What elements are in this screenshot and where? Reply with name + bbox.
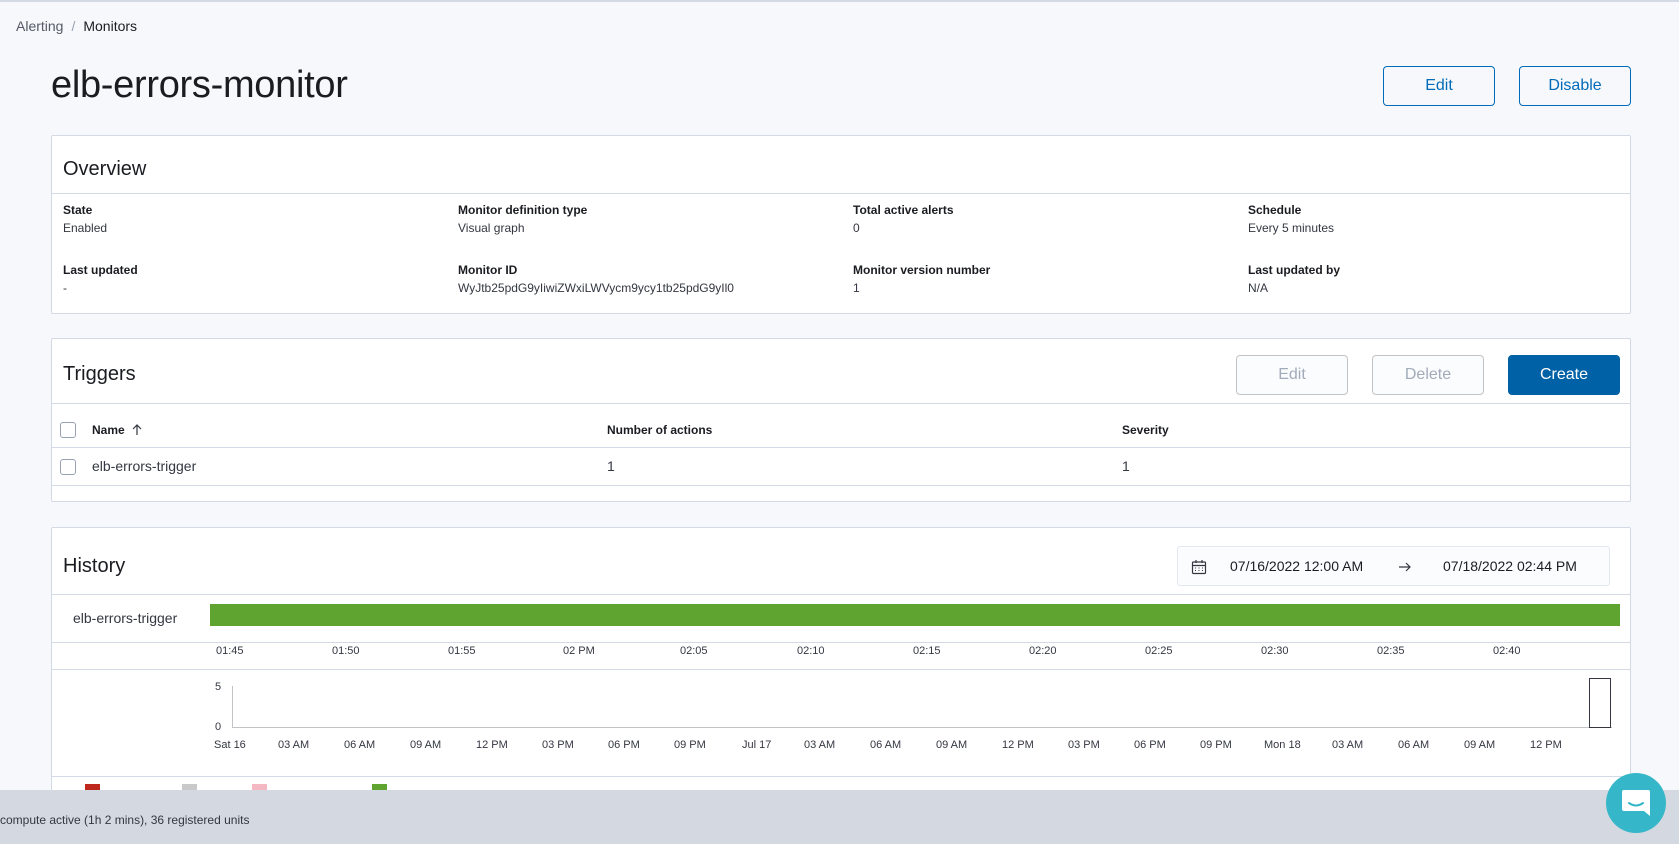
select-all-checkbox[interactable]: [60, 422, 76, 438]
x-tick: 03 PM: [1068, 739, 1100, 751]
compute-status-text: compute active (1h 2 mins), 36 registere…: [0, 813, 250, 827]
timeline-tick: 02:05: [680, 645, 708, 657]
timeline-tick: 01:50: [332, 645, 360, 657]
timeline-tick: 02:35: [1377, 645, 1405, 657]
state-label: State: [63, 203, 93, 217]
last-updated-label: Last updated: [63, 263, 138, 277]
severity-column-header[interactable]: Severity: [1122, 423, 1169, 437]
schedule-label: Schedule: [1248, 203, 1302, 217]
disable-monitor-button[interactable]: Disable: [1519, 66, 1631, 106]
top-border: [0, 0, 1679, 2]
chat-widget-button[interactable]: [1606, 773, 1666, 833]
create-trigger-button[interactable]: Create: [1508, 355, 1620, 395]
chart-divider: [52, 776, 1630, 777]
edit-monitor-button[interactable]: Edit: [1383, 66, 1495, 106]
history-divider: [52, 594, 1630, 595]
page-title: elb-errors-monitor: [51, 64, 348, 106]
bottom-status-bar: [0, 790, 1679, 844]
triggers-divider: [52, 403, 1630, 404]
timeline-tick: 01:45: [216, 645, 244, 657]
brush-selection-box[interactable]: [1589, 678, 1611, 728]
timeline-trigger-label: elb-errors-trigger: [73, 610, 178, 626]
monitor-id-label: Monitor ID: [458, 263, 518, 277]
x-tick: 09 AM: [1464, 739, 1496, 751]
x-tick: 12 PM: [1530, 739, 1562, 751]
last-updated-value: -: [63, 281, 67, 295]
breadcrumb-monitors[interactable]: Monitors: [83, 18, 137, 34]
row-checkbox[interactable]: [60, 459, 76, 475]
timeline-tick: 02:40: [1493, 645, 1521, 657]
arrow-right-icon: [1399, 562, 1411, 572]
last-updated-by-label: Last updated by: [1248, 263, 1341, 277]
start-date-button[interactable]: 07/16/2022 12:00 AM: [1230, 558, 1363, 574]
breadcrumb: Alerting / Monitors: [16, 18, 137, 34]
trigger-actions-cell: 1: [607, 458, 615, 474]
version-number-label: Monitor version number: [853, 263, 991, 277]
x-tick: 12 PM: [1002, 739, 1034, 751]
x-tick: Jul 17: [742, 739, 772, 751]
calendar-icon[interactable]: [1191, 559, 1207, 575]
x-tick: 03 AM: [804, 739, 836, 751]
triggers-title: Triggers: [63, 363, 136, 385]
date-range-picker: 07/16/2022 12:00 AM 07/18/2022 02:44 PM: [1177, 546, 1610, 586]
y-tick-5: 5: [215, 681, 222, 693]
triggers-panel: Triggers Edit Delete Create Name Number …: [51, 338, 1631, 502]
active-alerts-label: Total active alerts: [853, 203, 954, 217]
y-axis-line: [232, 686, 233, 728]
ticks-divider: [52, 669, 1630, 670]
timeline-divider: [52, 642, 1630, 643]
sort-ascending-icon: [132, 424, 142, 435]
timeline-tick: 02:10: [797, 645, 825, 657]
schedule-value: Every 5 minutes: [1248, 221, 1335, 235]
timeline-tick: 02 PM: [563, 645, 595, 657]
x-tick: 06 PM: [608, 739, 640, 751]
overview-divider: [52, 193, 1630, 194]
x-tick: 12 PM: [476, 739, 508, 751]
timeline-tick: 02:25: [1145, 645, 1173, 657]
trigger-timeline-bar[interactable]: [210, 604, 1620, 626]
breadcrumb-separator: /: [71, 18, 76, 34]
history-title: History: [63, 555, 126, 577]
x-tick: 06 AM: [344, 739, 376, 751]
x-tick: 09 AM: [936, 739, 968, 751]
x-tick: 03 PM: [542, 739, 574, 751]
end-date-button[interactable]: 07/18/2022 02:44 PM: [1443, 558, 1577, 574]
x-tick: Mon 18: [1264, 739, 1301, 751]
table-header-divider: [52, 447, 1630, 448]
overview-panel: Overview State Enabled Monitor definitio…: [51, 135, 1631, 314]
monitor-id-value: WyJtb25pdG9yIiwiZWxiLWVycm9ycy1tb25pdG9y…: [458, 281, 734, 295]
x-tick: 06 PM: [1134, 739, 1166, 751]
timeline-tick: 01:55: [448, 645, 476, 657]
timeline-tick: 02:20: [1029, 645, 1057, 657]
x-tick: 03 AM: [1332, 739, 1364, 751]
x-tick: 06 AM: [1398, 739, 1430, 751]
y-tick-0: 0: [215, 721, 222, 733]
overview-title: Overview: [63, 158, 147, 180]
edit-trigger-button[interactable]: Edit: [1236, 355, 1348, 395]
version-number-value: 1: [853, 281, 860, 295]
timeline-tick: 02:15: [913, 645, 941, 657]
x-tick: 03 AM: [278, 739, 310, 751]
definition-type-value: Visual graph: [458, 221, 525, 235]
chat-icon: [1622, 790, 1650, 816]
x-axis-line: [232, 727, 1612, 728]
x-tick: 09 AM: [410, 739, 442, 751]
delete-trigger-button[interactable]: Delete: [1372, 355, 1484, 395]
name-column-header[interactable]: Name: [92, 423, 143, 437]
x-tick: 06 AM: [870, 739, 902, 751]
actions-column-header[interactable]: Number of actions: [607, 423, 712, 437]
timeline-tick: 02:30: [1261, 645, 1289, 657]
x-tick: 09 PM: [674, 739, 706, 751]
state-value: Enabled: [63, 221, 108, 235]
definition-type-label: Monitor definition type: [458, 203, 588, 217]
trigger-severity-cell: 1: [1122, 458, 1130, 474]
table-row-divider: [52, 485, 1630, 486]
last-updated-by-value: N/A: [1248, 281, 1269, 295]
breadcrumb-alerting[interactable]: Alerting: [16, 18, 63, 34]
name-column-label: Name: [92, 423, 125, 437]
trigger-name-cell: elb-errors-trigger: [92, 458, 197, 474]
x-tick: Sat 16: [214, 739, 246, 751]
x-tick: 09 PM: [1200, 739, 1232, 751]
active-alerts-value: 0: [853, 221, 860, 235]
